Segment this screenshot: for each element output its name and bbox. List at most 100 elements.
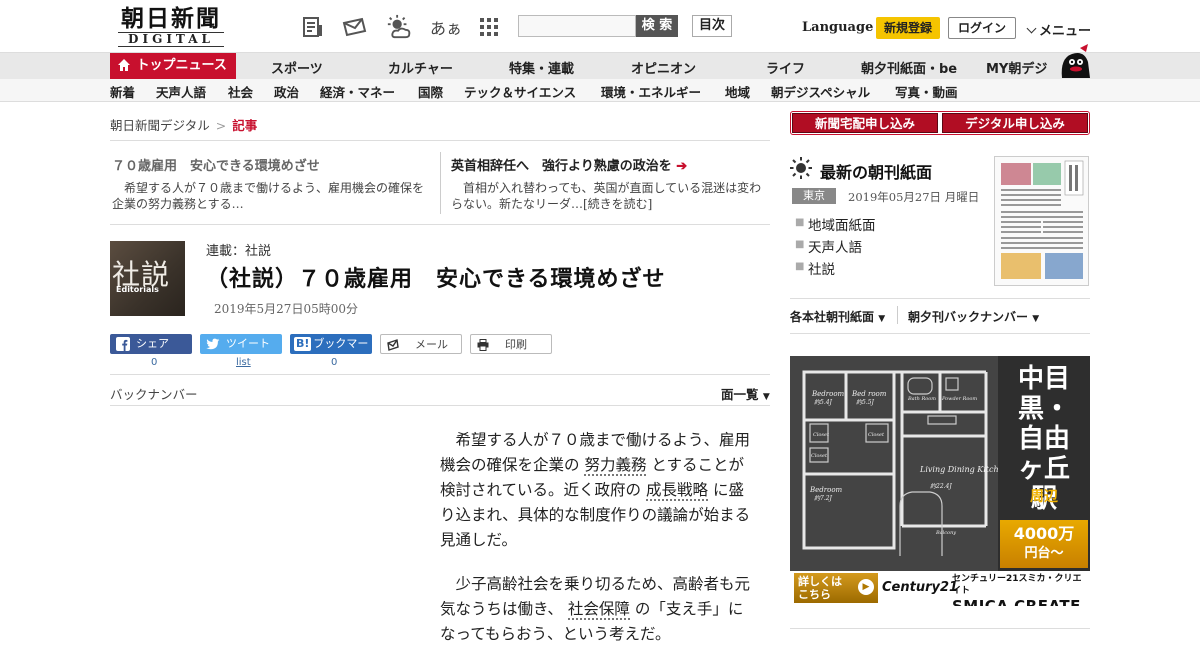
nav-item-my-asahi[interactable]: MY朝デジ: [986, 58, 1047, 77]
primary-nav: トップニュース スポーツ カルチャー 特集・連載 オピニオン ライフ 朝夕刊紙面…: [0, 52, 1200, 79]
subnav-item[interactable]: テック＆サイエンス: [464, 82, 576, 101]
paper-link[interactable]: 社説: [808, 258, 835, 278]
divider: [790, 333, 1090, 334]
paper-date: 2019年05月27日 月曜日: [848, 190, 980, 204]
triangle-down-icon: ▼: [1032, 314, 1040, 324]
site-logo[interactable]: 朝日新聞 DIGITAL: [112, 6, 230, 48]
century21-logo: Century21: [882, 580, 959, 595]
triangle-down-icon: ▼: [878, 314, 886, 324]
triangle-right-icon: ▶: [858, 579, 874, 595]
bullet-icon: ■: [795, 261, 805, 272]
language-link[interactable]: Language: [802, 20, 873, 35]
breadcrumb-home[interactable]: 朝日新聞デジタル: [110, 118, 210, 133]
nav-item-papers[interactable]: 朝夕刊紙面・be: [861, 58, 957, 77]
mascot-icon[interactable]: [1058, 44, 1092, 78]
printer-icon: [477, 338, 491, 352]
related-article-right[interactable]: 英首相辞任へ 強行より熟慮の政治を ➔ 首相が入れ替わっても、英国が直面している…: [451, 155, 769, 212]
closet-label: Closet: [813, 432, 830, 438]
keyword-link[interactable]: 社会保障: [567, 600, 630, 620]
divider: [790, 628, 1090, 629]
facebook-share-button[interactable]: シェア: [110, 334, 192, 354]
related-article-left[interactable]: ７０歳雇用 安心できる環境めざせ 希望する人が７０歳まで働けるよう、雇用機会の確…: [112, 155, 430, 212]
register-button[interactable]: 新規登録: [876, 17, 940, 39]
nav-item-life[interactable]: ライフ: [766, 58, 805, 77]
search-input[interactable]: [518, 15, 636, 37]
secondary-nav: 新着 天声人語 社会 政治 経済・マネー 国際 テック＆サイエンス 環境・エネル…: [0, 79, 1200, 102]
region-paper-dropdown[interactable]: 各本社朝刊紙面 ▼: [790, 308, 885, 325]
article-paragraph: 希望する人が７０歳まで働けるよう、雇用機会の確保を企業の 努力義務 とすることが…: [440, 431, 751, 549]
subnav-item[interactable]: 新着: [110, 82, 135, 101]
weather-icon[interactable]: [386, 14, 412, 40]
dropdown-label: 朝夕刊バックナンバー: [908, 310, 1029, 324]
keyword-link[interactable]: 成長戦略: [645, 481, 708, 501]
menu-button[interactable]: メニュー: [1026, 20, 1091, 39]
subnav-item[interactable]: 経済・マネー: [320, 82, 395, 101]
nav-item-label: トップニュース: [136, 58, 227, 73]
digital-subscribe-button[interactable]: デジタル申し込み: [942, 113, 1088, 133]
newspaper-thumbnail[interactable]: [994, 156, 1089, 286]
font-size-icon[interactable]: あぁ: [430, 14, 462, 40]
nav-item-sports[interactable]: スポーツ: [271, 58, 323, 77]
subnav-item[interactable]: 政治: [274, 82, 299, 101]
editorial-thumbnail: 社説 Editorials: [110, 241, 185, 316]
share-label: 印刷: [505, 338, 527, 351]
share-label: メール: [415, 338, 448, 351]
print-button[interactable]: 印刷: [470, 334, 552, 354]
subnav-item[interactable]: 朝デジスペシャル: [771, 82, 870, 101]
share-label: シェア: [136, 337, 169, 350]
mail-icon[interactable]: [342, 14, 368, 40]
logo-sub-text: DIGITAL: [118, 32, 224, 47]
related-summary: 首相が入れ替わっても、英国が直面している混迷は変わらない。新たなリーダ…[続きを…: [451, 181, 762, 211]
tweet-list-link[interactable]: list: [236, 357, 251, 368]
divider: [440, 152, 441, 214]
tweet-button[interactable]: ツイート: [200, 334, 282, 354]
nav-item-opinion[interactable]: オピニオン: [631, 58, 696, 77]
edition-badge: 東京: [792, 188, 836, 204]
series-label[interactable]: 連載：社説: [206, 240, 271, 259]
subnav-item[interactable]: 国際: [418, 82, 443, 101]
page-list-dropdown[interactable]: 面一覧 ▼: [721, 384, 770, 403]
divider: [110, 405, 770, 406]
logo-main-text: 朝日新聞: [121, 5, 221, 32]
real-estate-ad[interactable]: Bedroom 約5.4J Bed room 約5.5J Bedroom 約7.…: [790, 356, 1090, 606]
paper-backnumber-dropdown[interactable]: 朝夕刊バックナンバー ▼: [908, 308, 1039, 325]
closet-label: Closet: [868, 432, 885, 438]
email-button[interactable]: メール: [380, 334, 462, 354]
bookmark-button[interactable]: B! ブックマーク: [290, 334, 372, 370]
breadcrumb-separator: >: [215, 118, 227, 133]
search-button[interactable]: 検 索: [636, 15, 678, 37]
article-body: 希望する人が７０歳まで働けるよう、雇用機会の確保を企業の 努力義務 とすることが…: [440, 428, 752, 666]
newspaper-icon[interactable]: [300, 14, 326, 40]
backnumber-link[interactable]: バックナンバー: [110, 384, 198, 403]
price-badge: 4000万 円台～: [1000, 520, 1088, 568]
dropdown-label: 各本社朝刊紙面: [790, 310, 875, 324]
article-paragraph: 少子高齢社会を乗り切るため、高齢者も元気なうちは働き、 社会保障 の「支え手」に…: [440, 575, 751, 643]
keyword-link[interactable]: 努力義務: [584, 456, 647, 476]
share-count: 0: [331, 357, 338, 368]
menu-button-label: メニュー: [1039, 24, 1092, 39]
divider: [897, 306, 898, 324]
bullet-icon: ■: [795, 217, 805, 228]
nav-item-top-news[interactable]: トップニュース: [110, 53, 236, 79]
divider: [110, 140, 770, 141]
login-button[interactable]: ログイン: [948, 17, 1016, 39]
paper-link[interactable]: 地域面紙面: [808, 214, 876, 234]
subnav-item[interactable]: 天声人語: [156, 82, 206, 101]
grid-icon[interactable]: [476, 14, 502, 40]
thumbnail-subtitle: Editorials: [116, 285, 159, 294]
home-delivery-button[interactable]: 新聞宅配申し込み: [792, 113, 938, 133]
subnav-item[interactable]: 写真・動画: [895, 82, 958, 101]
nav-item-features[interactable]: 特集・連載: [509, 58, 574, 77]
paper-link[interactable]: 天声人語: [808, 236, 862, 256]
breadcrumb-current: 記事: [232, 118, 258, 133]
subnav-item[interactable]: 社会: [228, 82, 253, 101]
nav-item-culture[interactable]: カルチャー: [388, 58, 453, 77]
related-summary: 希望する人が７０歳まで働けるよう、雇用機会の確保を企業の努力義務とする…: [112, 181, 425, 211]
bath-label: Bath Room: [907, 396, 936, 402]
area-label: 周辺: [1030, 489, 1058, 505]
ad-more-button[interactable]: 詳しくは こちら ▶: [794, 573, 878, 603]
subnav-item[interactable]: 環境・エネルギー: [601, 82, 701, 101]
sun-icon: [790, 157, 812, 179]
subnav-item[interactable]: 地域: [725, 82, 750, 101]
toc-button[interactable]: 目次: [692, 15, 732, 37]
